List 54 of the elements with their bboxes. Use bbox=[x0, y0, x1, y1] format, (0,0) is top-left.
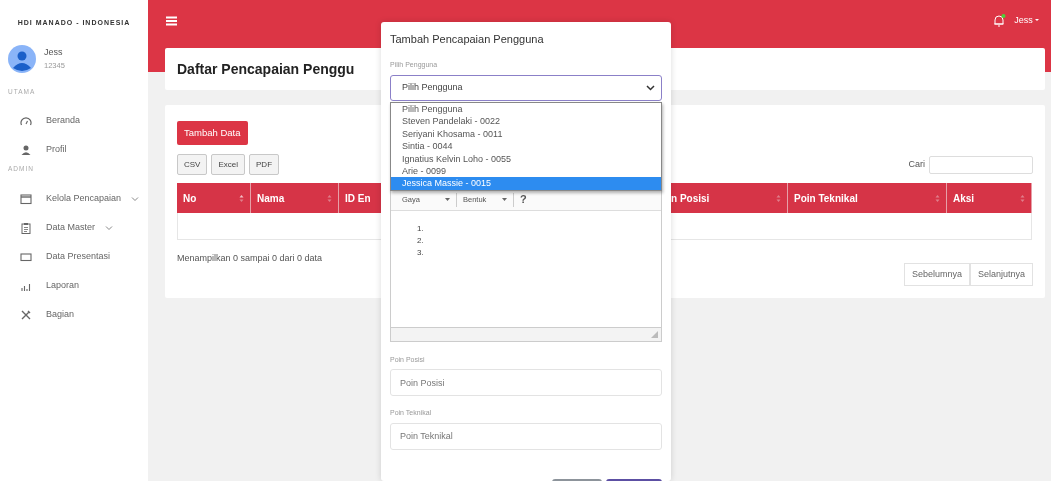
search-field[interactable] bbox=[929, 155, 1033, 174]
dropdown-option[interactable]: Ignatius Kelvin Loho - 0055 bbox=[391, 152, 661, 166]
user-icon bbox=[20, 143, 32, 156]
dropdown-option[interactable]: Seriyani Khosama - 0011 bbox=[391, 127, 661, 141]
dropdown-option[interactable]: Arie - 0099 bbox=[391, 165, 661, 178]
user-name: Jess bbox=[44, 46, 64, 60]
bell-icon[interactable] bbox=[992, 14, 1007, 28]
sidebar-item[interactable]: Data Master bbox=[8, 213, 148, 242]
export-button[interactable]: PDF bbox=[249, 154, 279, 176]
dropdown-option[interactable]: Jessica Massie - 0015 bbox=[391, 177, 661, 190]
gauge-icon bbox=[20, 114, 32, 127]
sidebar-item[interactable]: Bagian bbox=[8, 300, 148, 329]
pagination-button[interactable]: Selanjutnya bbox=[969, 262, 1033, 287]
caret-icon bbox=[502, 198, 507, 202]
chevron-icon bbox=[131, 195, 140, 202]
sidebar-item[interactable]: Profil bbox=[8, 135, 148, 165]
dropdown-option[interactable]: Steven Pandelaki - 0022 bbox=[391, 115, 661, 128]
text-field[interactable]: Poin Posisi bbox=[390, 369, 662, 397]
add-button[interactable]: Tambah Data bbox=[177, 121, 248, 146]
user-menu[interactable]: Jess bbox=[1014, 14, 1039, 28]
column-header[interactable]: No bbox=[177, 183, 251, 214]
search-label: Cari bbox=[908, 158, 925, 171]
menu-icon[interactable] bbox=[166, 16, 177, 26]
clipboard-icon bbox=[20, 221, 32, 234]
sidebar-item[interactable]: Laporan bbox=[8, 271, 148, 300]
export-button[interactable]: Excel bbox=[211, 154, 245, 176]
resize-handle-icon bbox=[651, 330, 658, 338]
list-number: 2. bbox=[417, 234, 425, 247]
dropdown-option[interactable]: Pilih Pengguna bbox=[391, 103, 661, 116]
list-number: 1. bbox=[417, 222, 425, 235]
column-header[interactable]: Poin Teknikal bbox=[788, 183, 947, 214]
tools-icon bbox=[20, 308, 32, 321]
column-header[interactable]: n Posisi bbox=[671, 183, 788, 214]
table-info: Menampilkan 0 sampai 0 dari 0 data bbox=[177, 252, 323, 266]
sidebar-item[interactable]: Data Presentasi bbox=[8, 242, 148, 271]
dropdown-option[interactable]: Sintia - 0044 bbox=[391, 140, 661, 153]
column-header[interactable]: Aksi bbox=[947, 183, 1032, 214]
caret-icon bbox=[445, 198, 450, 202]
user-select[interactable]: Pilih Pengguna bbox=[390, 74, 662, 101]
help-button[interactable]: ? bbox=[520, 191, 527, 208]
list-number: 3. bbox=[417, 246, 425, 259]
sidebar-item[interactable]: Kelola Pencapaian bbox=[8, 184, 148, 213]
page-title: Daftar Pencapaian Penggu bbox=[177, 60, 355, 78]
avatar-icon bbox=[8, 44, 36, 73]
window-icon bbox=[20, 192, 32, 205]
chevron-icon bbox=[646, 84, 655, 91]
monitor-icon bbox=[20, 250, 32, 263]
chevron-icon bbox=[105, 224, 114, 231]
modal-title: Tambah Pencapaian Pengguna bbox=[390, 33, 545, 47]
sidebar-item[interactable]: Beranda bbox=[8, 106, 148, 136]
column-header[interactable]: Nama bbox=[251, 183, 339, 214]
text-field[interactable]: Poin Teknikal bbox=[390, 422, 662, 450]
export-button[interactable]: CSV bbox=[177, 154, 208, 176]
pagination-button[interactable]: Sebelumnya bbox=[903, 262, 970, 287]
